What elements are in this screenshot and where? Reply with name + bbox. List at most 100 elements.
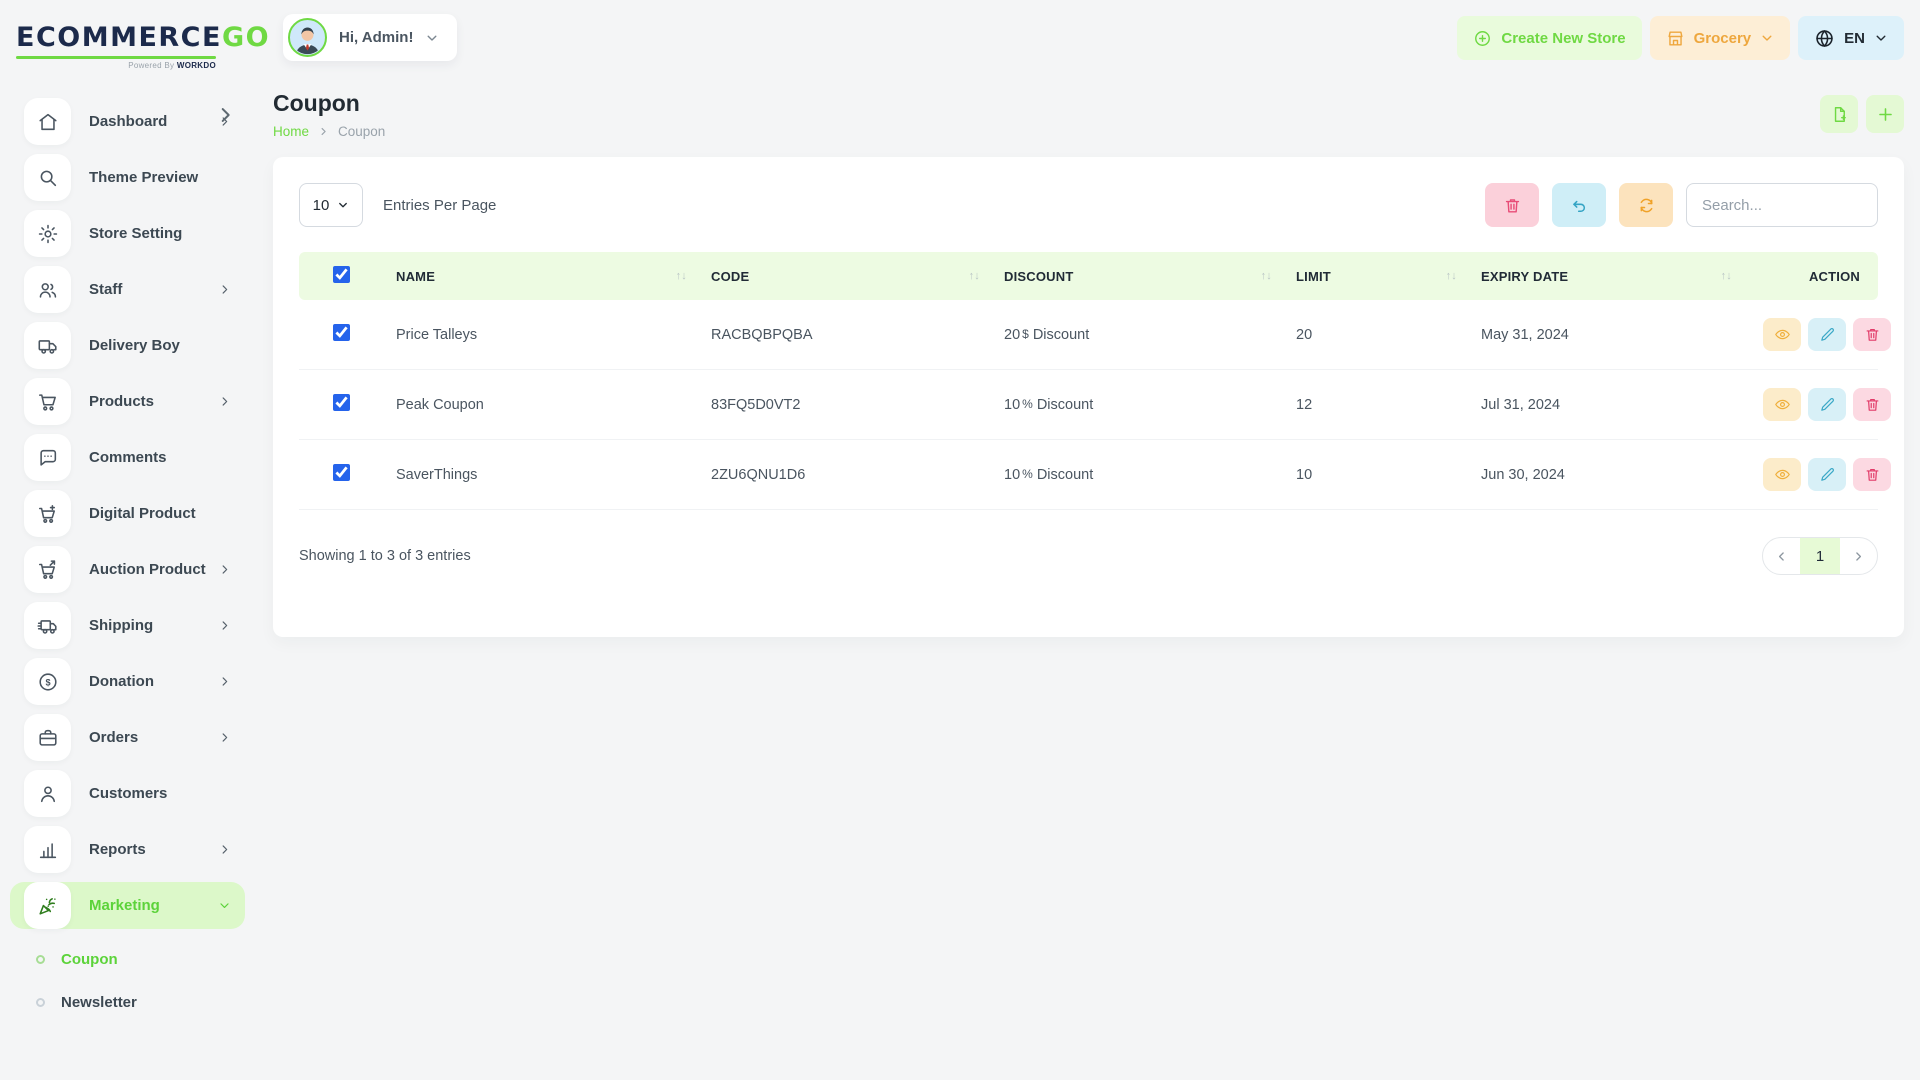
admin-menu[interactable]: Hi, Admin! xyxy=(283,14,458,61)
discount-symbol: % xyxy=(1022,396,1033,411)
view-button[interactable] xyxy=(1763,318,1801,351)
column-header-discount[interactable]: DISCOUNT ↑↓ xyxy=(992,252,1284,300)
edit-button[interactable] xyxy=(1808,388,1846,421)
page-head-buttons xyxy=(1820,95,1904,133)
row-checkbox[interactable] xyxy=(333,324,350,341)
discount-symbol: % xyxy=(1022,466,1033,481)
view-button[interactable] xyxy=(1763,388,1801,421)
chat-icon xyxy=(24,434,71,481)
avatar xyxy=(288,18,327,57)
gear-icon xyxy=(24,210,71,257)
sidebar-item-comments[interactable]: Comments xyxy=(10,434,245,481)
column-header-action: ACTION xyxy=(1744,252,1878,300)
user-icon xyxy=(24,770,71,817)
truck-fast-icon xyxy=(24,602,71,649)
cell-discount: 20 $ Discount xyxy=(992,300,1284,370)
bulk-delete-button[interactable] xyxy=(1485,183,1539,227)
search-icon xyxy=(24,154,71,201)
previous-page-button[interactable] xyxy=(1763,538,1800,574)
table-toolbar: 10 Entries Per Page xyxy=(299,183,1878,227)
cell-name: SaverThings xyxy=(384,439,699,510)
export-button[interactable] xyxy=(1820,95,1858,133)
page-title: Coupon xyxy=(273,90,360,116)
sidebar-item-staff[interactable]: Staff xyxy=(10,266,245,313)
cell-expiry-date: Jun 30, 2024 xyxy=(1469,439,1744,510)
sidebar-subitem-coupon[interactable]: Coupon xyxy=(10,938,245,981)
column-header-name[interactable]: NAME ↑↓ xyxy=(384,252,699,300)
sort-icon[interactable]: ↑↓ xyxy=(1261,270,1272,282)
sidebar-item-customers[interactable]: Customers xyxy=(10,770,245,817)
sort-icon[interactable]: ↑↓ xyxy=(969,270,980,282)
breadcrumb-current: Coupon xyxy=(338,124,386,139)
sort-icon[interactable]: ↑↓ xyxy=(676,270,687,282)
sort-icon[interactable]: ↑↓ xyxy=(1721,270,1732,282)
sidebar-collapse-toggle[interactable] xyxy=(214,104,236,126)
table-footer: Showing 1 to 3 of 3 entries 1 xyxy=(299,537,1878,575)
cell-action xyxy=(1744,369,1891,440)
cell-limit: 12 xyxy=(1284,369,1469,440)
chevron-right-icon xyxy=(318,126,329,137)
sidebar-item-theme-preview[interactable]: Theme Preview xyxy=(10,154,245,201)
sidebar-item-shipping[interactable]: Shipping xyxy=(10,602,245,649)
sidebar-item-auction-product[interactable]: Auction Product xyxy=(10,546,245,593)
chevron-down-icon xyxy=(425,31,439,45)
svg-text:$: $ xyxy=(45,677,50,687)
cell-discount: 10% Discount xyxy=(992,439,1284,510)
add-coupon-button[interactable] xyxy=(1866,95,1904,133)
home-icon xyxy=(24,98,71,145)
sidebar-item-digital-product[interactable]: Digital Product xyxy=(10,490,245,537)
create-new-store-button[interactable]: Create New Store xyxy=(1457,16,1642,60)
next-page-button[interactable] xyxy=(1840,538,1877,574)
table-row: Peak Coupon 83FQ5D0VT2 10% Discount 12 Jul 31… xyxy=(299,369,1891,440)
table-header-row: NAME ↑↓ CODE ↑↓ DISCOUNT ↑↓ LIMIT ↑↓ EXPIRY DATE… xyxy=(299,252,1878,300)
store-selector[interactable]: Grocery xyxy=(1649,16,1791,60)
view-button[interactable] xyxy=(1763,458,1801,491)
bar-chart-icon xyxy=(24,826,71,873)
cart-icon xyxy=(24,378,71,425)
select-all-checkbox[interactable] xyxy=(333,266,350,283)
globe-icon xyxy=(1814,28,1835,49)
chevron-down-icon xyxy=(1874,31,1888,45)
sidebar-item-orders[interactable]: Orders xyxy=(10,714,245,761)
sidebar-item-products[interactable]: Products xyxy=(10,378,245,425)
cart-arrow-icon xyxy=(24,546,71,593)
column-header-code[interactable]: CODE ↑↓ xyxy=(699,252,992,300)
sidebar-subitem-newsletter[interactable]: Newsletter xyxy=(10,981,245,1024)
undo-button[interactable] xyxy=(1552,183,1606,227)
entries-per-page-select[interactable]: 10 xyxy=(299,183,363,227)
language-label: EN xyxy=(1844,29,1865,47)
table-row: Price Talleys RACBQBPQBA 20 $ Discount 20 May … xyxy=(299,300,1891,370)
cell-action xyxy=(1744,300,1891,370)
breadcrumb-home-link[interactable]: Home xyxy=(273,124,309,139)
page-number-button[interactable]: 1 xyxy=(1800,538,1840,574)
chevron-down-icon xyxy=(337,199,349,211)
sidebar-item-reports[interactable]: Reports xyxy=(10,826,245,873)
sidebar-item-dashboard[interactable]: Dashboard xyxy=(10,98,245,145)
delete-button[interactable] xyxy=(1853,318,1891,351)
sidebar-item-marketing[interactable]: Marketing xyxy=(10,882,245,929)
search-input[interactable] xyxy=(1686,183,1878,227)
chevron-right-icon xyxy=(218,731,231,744)
sidebar-item-delivery-boy[interactable]: Delivery Boy xyxy=(10,322,245,369)
sidebar-item-store-setting[interactable]: Store Setting xyxy=(10,210,245,257)
cell-name: Peak Coupon xyxy=(384,369,699,440)
language-selector[interactable]: EN xyxy=(1798,16,1904,60)
sort-icon[interactable]: ↑↓ xyxy=(1446,270,1457,282)
column-header-expiry-date[interactable]: EXPIRY DATE ↑↓ xyxy=(1469,252,1744,300)
edit-button[interactable] xyxy=(1808,318,1846,351)
sidebar-item-donation[interactable]: $ Donation xyxy=(10,658,245,705)
create-new-store-label: Create New Store xyxy=(1501,29,1626,47)
delete-button[interactable] xyxy=(1853,388,1891,421)
delete-button[interactable] xyxy=(1853,458,1891,491)
column-header-limit[interactable]: LIMIT ↑↓ xyxy=(1284,252,1469,300)
greeting-text: Hi, Admin! xyxy=(339,29,414,46)
sidebar-nav: Dashboard Theme Preview Store Setting Staff… xyxy=(10,98,245,1024)
chevron-down-icon xyxy=(218,899,231,912)
cell-discount: 10% Discount xyxy=(992,369,1284,440)
row-checkbox[interactable] xyxy=(333,464,350,481)
row-checkbox[interactable] xyxy=(333,394,350,411)
cell-limit: 10 xyxy=(1284,439,1469,510)
refresh-button[interactable] xyxy=(1619,183,1673,227)
cell-name: Price Talleys xyxy=(384,300,699,370)
edit-button[interactable] xyxy=(1808,458,1846,491)
